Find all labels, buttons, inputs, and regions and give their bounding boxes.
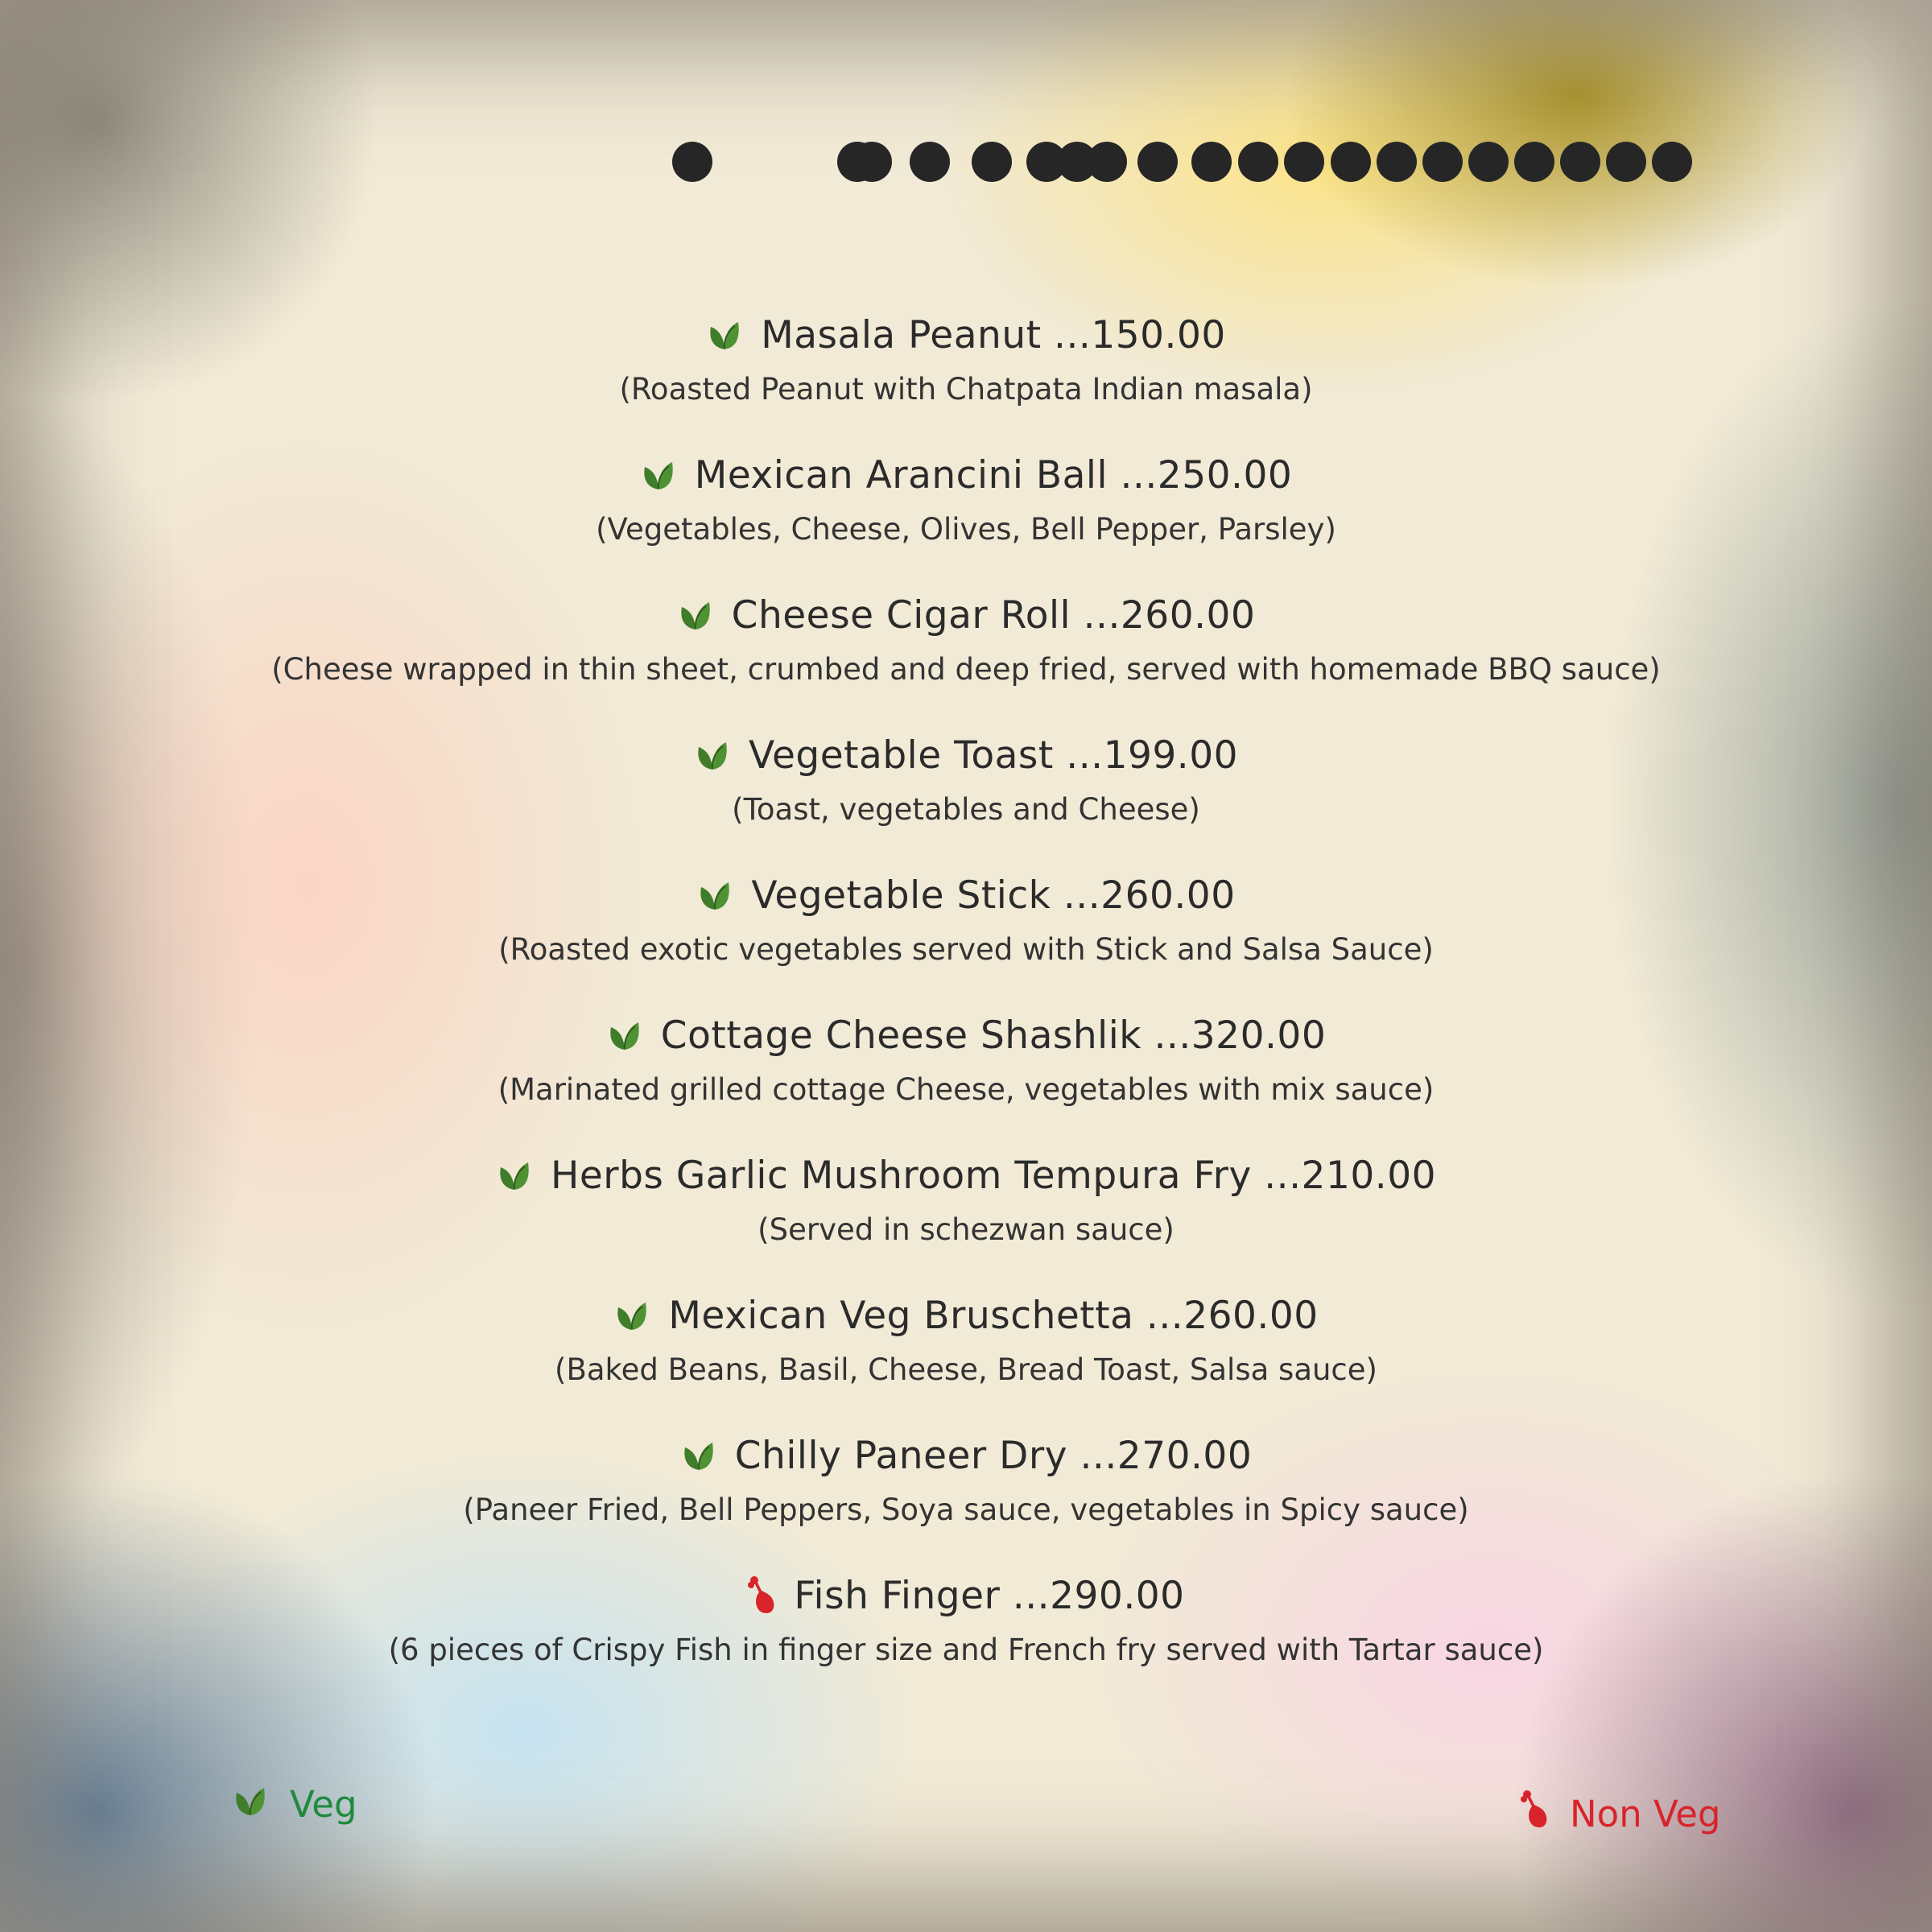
dot [1468, 142, 1509, 182]
legend-veg-label: Veg [290, 1783, 357, 1826]
menu-item: Vegetable Stick ...260.00 (Roasted exotic… [161, 866, 1771, 1006]
menu-item-title: Vegetable Toast ...199.00 [161, 726, 1771, 784]
menu-item-description: (Toast, vegetables and Cheese) [732, 792, 1200, 827]
dot [1514, 142, 1554, 182]
leaf-icon [696, 879, 733, 911]
dot [1422, 142, 1463, 182]
dot [1652, 142, 1692, 182]
legend-nonveg: Non Veg [1520, 1789, 1721, 1839]
menu-item-name-price: Vegetable Stick ...260.00 [751, 873, 1235, 918]
menu-item-name: Vegetable Stick [751, 873, 1051, 918]
menu-item-name-price: Mexican Arancini Ball ...250.00 [695, 453, 1293, 497]
menu-item-price: ...199.00 [1066, 733, 1239, 778]
leaf-icon [677, 599, 714, 631]
leaf-icon [613, 1299, 650, 1331]
menu-item-price: ...290.00 [1012, 1573, 1185, 1618]
menu-item-name-price: Fish Finger ...290.00 [794, 1574, 1184, 1618]
legend-nonveg-label: Non Veg [1570, 1793, 1721, 1835]
menu-item-name-price: Masala Peanut ...150.00 [761, 313, 1226, 357]
dot [1377, 142, 1417, 182]
menu-list: Masala Peanut ...150.00 (Roasted Peanut w… [161, 306, 1771, 1707]
dot [1087, 142, 1127, 182]
menu-item-title: Vegetable Stick ...260.00 [161, 866, 1771, 924]
menu-item-name: Cottage Cheese Shashlik [660, 1013, 1141, 1058]
menu-item-description: (Roasted exotic vegetables served with S… [498, 932, 1434, 967]
dot [1137, 142, 1178, 182]
menu-item-price: ...260.00 [1063, 873, 1236, 918]
menu-item-title: Fish Finger ...290.00 [161, 1567, 1771, 1624]
menu-item: Cheese Cigar Roll ...260.00 (Cheese wrapp… [161, 586, 1771, 726]
menu-item-price: ...260.00 [1146, 1293, 1319, 1338]
menu-item-name: Mexican Veg Bruschetta [668, 1293, 1134, 1338]
dot [910, 142, 950, 182]
menu-item-title: Cottage Cheese Shashlik ...320.00 [161, 1006, 1771, 1064]
dot [1191, 142, 1232, 182]
leaf-icon [606, 1019, 643, 1051]
menu-item-name-price: Cottage Cheese Shashlik ...320.00 [661, 1013, 1326, 1058]
decorative-dots [668, 137, 1715, 185]
leaf-icon [706, 319, 743, 351]
leaf-icon [496, 1159, 533, 1191]
menu-item-price: ...210.00 [1264, 1153, 1437, 1198]
menu-item-description: (Paneer Fried, Bell Peppers, Soya sauce,… [463, 1492, 1469, 1527]
menu-item-name: Cheese Cigar Roll [731, 592, 1071, 638]
legend-veg: Veg [232, 1783, 357, 1826]
menu-item-description: (Baked Beans, Basil, Cheese, Bread Toast… [555, 1352, 1377, 1387]
menu-item-title: Cheese Cigar Roll ...260.00 [161, 586, 1771, 644]
menu-item: Mexican Veg Bruschetta ...260.00 (Baked B… [161, 1286, 1771, 1426]
menu-item-name: Fish Finger [794, 1573, 1001, 1618]
menu-item-name: Chilly Paneer Dry [734, 1433, 1068, 1478]
menu-item: Cottage Cheese Shashlik ...320.00 (Marina… [161, 1006, 1771, 1146]
dot [672, 142, 712, 182]
dot [852, 142, 892, 182]
menu-item-name: Masala Peanut [761, 312, 1042, 357]
menu-item-title: Herbs Garlic Mushroom Tempura Fry ...210… [161, 1146, 1771, 1204]
menu-item-price: ...270.00 [1080, 1433, 1253, 1478]
menu-item-description: (Served in schezwan sauce) [758, 1212, 1174, 1247]
leaf-icon [640, 459, 677, 491]
menu-item-name: Mexican Arancini Ball [694, 452, 1108, 497]
menu-item: Herbs Garlic Mushroom Tempura Fry ...210… [161, 1146, 1771, 1286]
menu-item: Mexican Arancini Ball ...250.00 (Vegetabl… [161, 446, 1771, 586]
drumstick-icon [747, 1575, 776, 1616]
leaf-icon [694, 739, 731, 771]
menu-item-title: Chilly Paneer Dry ...270.00 [161, 1426, 1771, 1484]
menu-item-title: Masala Peanut ...150.00 [161, 306, 1771, 364]
menu-item-title: Mexican Arancini Ball ...250.00 [161, 446, 1771, 504]
drumstick-icon [1520, 1789, 1549, 1839]
menu-item-price: ...250.00 [1120, 452, 1293, 497]
menu-item-description: (Vegetables, Cheese, Olives, Bell Pepper… [596, 512, 1336, 547]
dot [1238, 142, 1278, 182]
menu-item-name-price: Herbs Garlic Mushroom Tempura Fry ...210… [551, 1154, 1436, 1198]
menu-item-name-price: Vegetable Toast ...199.00 [749, 733, 1238, 778]
menu-item-description: (Marinated grilled cottage Cheese, veget… [497, 1072, 1435, 1107]
menu-item-description: (6 pieces of Crispy Fish in finger size … [388, 1633, 1544, 1667]
menu-item-description: (Roasted Peanut with Chatpata Indian mas… [619, 372, 1313, 407]
menu-item-name-price: Chilly Paneer Dry ...270.00 [735, 1434, 1253, 1478]
dot [972, 142, 1012, 182]
menu-item-title: Mexican Veg Bruschetta ...260.00 [161, 1286, 1771, 1344]
menu-item: Fish Finger ...290.00 (6 pieces of Crispy… [161, 1567, 1771, 1707]
menu-item-description: (Cheese wrapped in thin sheet, crumbed a… [271, 652, 1661, 687]
dot [1560, 142, 1600, 182]
dot [1331, 142, 1371, 182]
menu-item-name-price: Mexican Veg Bruschetta ...260.00 [668, 1294, 1318, 1338]
menu-item: Chilly Paneer Dry ...270.00 (Paneer Fried… [161, 1426, 1771, 1567]
menu-item: Vegetable Toast ...199.00 (Toast, vegetab… [161, 726, 1771, 866]
dot [1284, 142, 1324, 182]
dot [1606, 142, 1646, 182]
leaf-icon [232, 1783, 269, 1826]
menu-item-name: Herbs Garlic Mushroom Tempura Fry [550, 1153, 1252, 1198]
menu-item-name-price: Cheese Cigar Roll ...260.00 [732, 593, 1256, 638]
menu-item-price: ...150.00 [1054, 312, 1226, 357]
menu-item-price: ...260.00 [1083, 592, 1256, 638]
leaf-icon [680, 1439, 717, 1472]
menu-item-price: ...320.00 [1154, 1013, 1327, 1058]
menu-item: Masala Peanut ...150.00 (Roasted Peanut w… [161, 306, 1771, 446]
menu-item-name: Vegetable Toast [748, 733, 1054, 778]
